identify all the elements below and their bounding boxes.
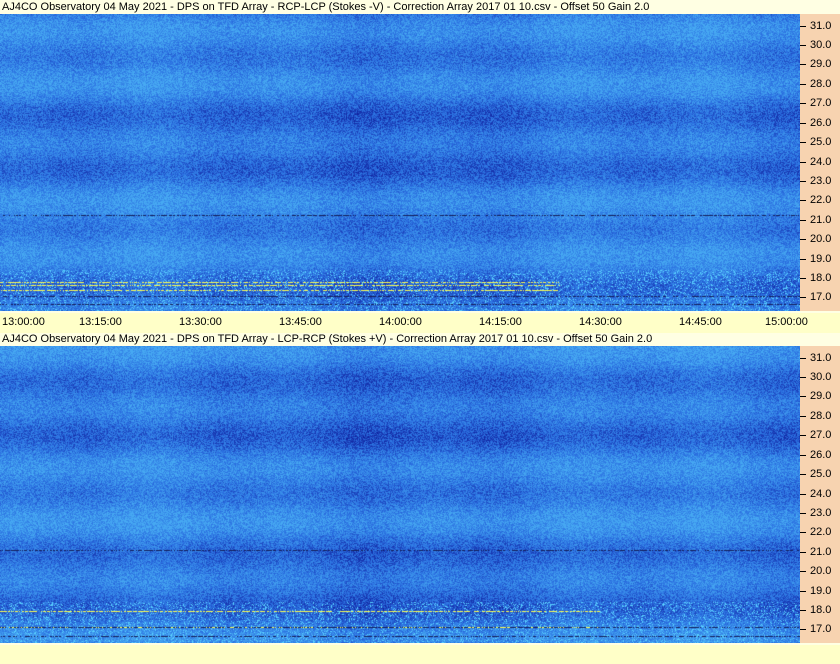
y-tick-label: 29.0 — [810, 390, 832, 402]
x-tick-label: 15:00:00 — [765, 316, 808, 328]
x-tick-label: 13:00:00 — [2, 316, 45, 328]
y-tick-mark — [800, 103, 806, 104]
y-tick-label: 18.0 — [810, 272, 832, 284]
y-tick-mark — [800, 455, 806, 456]
y-tick-label: 17.0 — [810, 291, 832, 303]
y-tick-label: 29.0 — [810, 58, 832, 70]
y-tick-mark — [800, 239, 806, 240]
y-tick-mark — [800, 142, 806, 143]
x-tick-label: 13:15:00 — [79, 316, 122, 328]
y-tick-label: 28.0 — [810, 410, 832, 422]
y-tick-mark — [800, 64, 806, 65]
y-tick-label: 30.0 — [810, 371, 832, 383]
chart-title-bottom: AJ4CO Observatory 04 May 2021 - DPS on T… — [2, 333, 653, 345]
y-tick-label: 24.0 — [810, 156, 832, 168]
y-tick-label: 23.0 — [810, 175, 832, 187]
y-tick-mark — [800, 297, 806, 298]
y-tick-mark — [800, 513, 806, 514]
y-tick-mark — [800, 278, 806, 279]
y-tick-label: 17.0 — [810, 623, 832, 635]
y-axis-bottom: 31.0 30.0 29.0 28.0 27.0 26.0 25.0 24.0 23.0 22.0… — [800, 346, 840, 643]
y-tick-mark — [800, 181, 806, 182]
y-axis-top: 31.0 30.0 29.0 28.0 27.0 26.0 25.0 24.0 23.0 22.0… — [800, 14, 840, 311]
y-tick-label: 21.0 — [810, 546, 832, 558]
y-tick-mark — [800, 259, 806, 260]
spectrogram-top[interactable] — [0, 14, 800, 311]
y-tick-mark — [800, 532, 806, 533]
y-tick-label: 27.0 — [810, 429, 832, 441]
y-tick-mark — [800, 84, 806, 85]
chart-title-top: AJ4CO Observatory 04 May 2021 - DPS on T… — [2, 1, 650, 13]
x-tick-label: 13:45:00 — [279, 316, 322, 328]
y-tick-label: 25.0 — [810, 468, 832, 480]
y-tick-mark — [800, 162, 806, 163]
spectrogram-top-canvas — [0, 14, 800, 311]
y-tick-label: 26.0 — [810, 117, 832, 129]
y-tick-mark — [800, 220, 806, 221]
y-tick-label: 27.0 — [810, 97, 832, 109]
x-tick-label: 13:30:00 — [179, 316, 222, 328]
y-tick-mark — [800, 571, 806, 572]
y-tick-mark — [800, 494, 806, 495]
y-tick-mark — [800, 396, 806, 397]
spectrogram-bottom-canvas — [0, 346, 800, 643]
y-tick-mark — [800, 416, 806, 417]
x-tick-label: 14:15:00 — [479, 316, 522, 328]
y-tick-label: 19.0 — [810, 585, 832, 597]
x-tick-label: 14:00:00 — [379, 316, 422, 328]
y-tick-label: 20.0 — [810, 233, 832, 245]
y-tick-label: 30.0 — [810, 39, 832, 51]
x-axis-time: 13:00:00 13:15:00 13:30:00 13:45:00 14:00:00… — [0, 313, 840, 333]
y-tick-label: 26.0 — [810, 449, 832, 461]
y-tick-mark — [800, 629, 806, 630]
y-tick-label: 22.0 — [810, 194, 832, 206]
x-tick-label: 14:45:00 — [679, 316, 722, 328]
y-tick-label: 19.0 — [810, 253, 832, 265]
y-tick-mark — [800, 474, 806, 475]
y-tick-label: 21.0 — [810, 214, 832, 226]
spectrogram-bottom[interactable] — [0, 346, 800, 643]
y-tick-label: 22.0 — [810, 526, 832, 538]
y-tick-mark — [800, 435, 806, 436]
bottom-band — [0, 645, 840, 664]
y-tick-label: 28.0 — [810, 78, 832, 90]
y-tick-mark — [800, 552, 806, 553]
y-tick-mark — [800, 610, 806, 611]
y-tick-label: 23.0 — [810, 507, 832, 519]
y-tick-mark — [800, 200, 806, 201]
y-tick-mark — [800, 123, 806, 124]
y-tick-mark — [800, 26, 806, 27]
y-tick-label: 24.0 — [810, 488, 832, 500]
y-tick-label: 20.0 — [810, 565, 832, 577]
y-tick-label: 31.0 — [810, 20, 832, 32]
y-tick-mark — [800, 358, 806, 359]
y-tick-mark — [800, 377, 806, 378]
x-tick-label: 14:30:00 — [579, 316, 622, 328]
y-tick-label: 25.0 — [810, 136, 832, 148]
y-tick-mark — [800, 591, 806, 592]
y-tick-mark — [800, 45, 806, 46]
y-tick-label: 18.0 — [810, 604, 832, 616]
y-tick-label: 31.0 — [810, 352, 832, 364]
